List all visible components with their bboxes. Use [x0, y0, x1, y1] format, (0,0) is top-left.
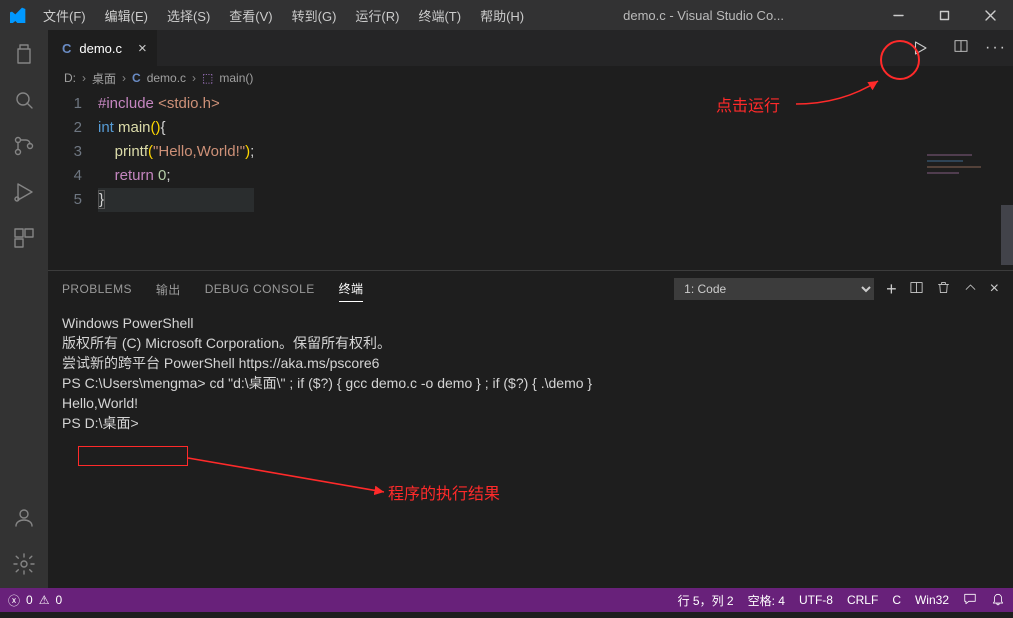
status-bar: ⓧ 0 ⚠ 0 行 5，列 2 空格: 4 UTF-8 CRLF C Win32: [0, 588, 1013, 612]
panel-tab-bar: PROBLEMS 输出 DEBUG CONSOLE 终端 1: Code + ×: [48, 271, 1013, 307]
status-eol[interactable]: CRLF: [847, 593, 878, 607]
breadcrumb-root[interactable]: D:: [64, 71, 76, 85]
close-button[interactable]: [967, 0, 1013, 30]
status-cursor[interactable]: 行 5，列 2: [678, 592, 734, 609]
minimize-button[interactable]: [875, 0, 921, 30]
source-control-icon[interactable]: [10, 132, 38, 160]
menu-edit[interactable]: 编辑(E): [97, 2, 156, 29]
panel-tab-terminal[interactable]: 终端: [339, 276, 364, 302]
menu-help[interactable]: 帮助(H): [472, 2, 532, 29]
code-content[interactable]: #include <stdio.h> int main(){ printf("H…: [98, 90, 254, 270]
menu-file[interactable]: 文件(F): [35, 2, 94, 29]
window-title: demo.c - Visual Studio Co...: [532, 8, 875, 23]
line-number: 5: [48, 188, 82, 212]
settings-gear-icon[interactable]: [10, 550, 38, 578]
tab-close-icon[interactable]: ×: [138, 40, 147, 57]
breadcrumb[interactable]: D: › 桌面 › C demo.c › ⬚ main(): [48, 66, 1013, 90]
line-number: 2: [48, 116, 82, 140]
panel: PROBLEMS 输出 DEBUG CONSOLE 终端 1: Code + ×…: [48, 270, 1013, 588]
menu-view[interactable]: 查看(V): [221, 2, 280, 29]
scrollbar-thumb[interactable]: [1001, 205, 1013, 265]
errors-icon[interactable]: ⓧ: [8, 592, 20, 609]
menu-bar: 文件(F) 编辑(E) 选择(S) 查看(V) 转到(G) 运行(R) 终端(T…: [35, 2, 532, 29]
line-number: 3: [48, 140, 82, 164]
panel-controls: 1: Code + ×: [674, 278, 999, 300]
new-terminal-icon[interactable]: +: [886, 279, 897, 300]
tab-title: demo.c: [79, 41, 122, 56]
title-bar: 文件(F) 编辑(E) 选择(S) 查看(V) 转到(G) 运行(R) 终端(T…: [0, 0, 1013, 30]
terminal-line: Windows PowerShell: [62, 313, 999, 333]
editor-tab[interactable]: C demo.c ×: [48, 30, 158, 66]
menu-goto[interactable]: 转到(G): [284, 2, 345, 29]
annotation-run-label: 点击运行: [716, 92, 780, 116]
terminal-line: 版权所有 (C) Microsoft Corporation。保留所有权利。: [62, 333, 999, 353]
editor-tab-bar: C demo.c × ···: [48, 30, 1013, 66]
c-file-icon: C: [132, 71, 141, 85]
warnings-count[interactable]: 0: [55, 593, 62, 607]
terminal-line: Hello,World!: [62, 393, 999, 413]
minimap[interactable]: [923, 150, 1013, 180]
account-icon[interactable]: [10, 504, 38, 532]
line-number: 4: [48, 164, 82, 188]
terminal-line: 尝试新的跨平台 PowerShell https://aka.ms/pscore…: [62, 353, 999, 373]
explorer-icon[interactable]: [10, 40, 38, 68]
split-terminal-icon[interactable]: [909, 280, 924, 298]
panel-tab-output[interactable]: 输出: [156, 277, 181, 302]
terminal-line: PS C:\Users\mengma> cd "d:\桌面\" ; if ($?…: [62, 373, 999, 393]
breadcrumb-file[interactable]: demo.c: [147, 71, 186, 85]
extensions-icon[interactable]: [10, 224, 38, 252]
status-spaces[interactable]: 空格: 4: [748, 592, 785, 609]
trash-icon[interactable]: [936, 280, 951, 298]
bell-icon[interactable]: [991, 592, 1005, 609]
menu-select[interactable]: 选择(S): [159, 2, 218, 29]
panel-tab-problems[interactable]: PROBLEMS: [62, 278, 132, 300]
chevron-right-icon: ›: [192, 71, 196, 85]
run-debug-icon[interactable]: [10, 178, 38, 206]
errors-count[interactable]: 0: [26, 593, 33, 607]
line-numbers: 1 2 3 4 5: [48, 90, 98, 270]
panel-tab-debug[interactable]: DEBUG CONSOLE: [205, 278, 315, 300]
terminal-content[interactable]: Windows PowerShell 版权所有 (C) Microsoft Co…: [48, 307, 1013, 588]
status-encoding[interactable]: UTF-8: [799, 593, 833, 607]
maximize-button[interactable]: [921, 0, 967, 30]
chevron-up-icon[interactable]: [963, 280, 978, 298]
search-icon[interactable]: [10, 86, 38, 114]
line-number: 1: [48, 92, 82, 116]
run-code-button[interactable]: [903, 31, 937, 65]
terminal-selector[interactable]: 1: Code: [674, 278, 874, 300]
more-actions-icon[interactable]: ···: [985, 39, 1007, 57]
c-file-icon: C: [62, 41, 71, 56]
menu-terminal[interactable]: 终端(T): [410, 2, 469, 29]
status-right: 行 5，列 2 空格: 4 UTF-8 CRLF C Win32: [678, 592, 1005, 609]
editor-actions: ···: [903, 30, 1007, 66]
vscode-logo-icon: [0, 7, 35, 23]
breadcrumb-symbol[interactable]: main(): [219, 71, 253, 85]
split-editor-icon[interactable]: [953, 38, 969, 59]
status-left: ⓧ 0 ⚠ 0: [8, 592, 62, 609]
menu-run[interactable]: 运行(R): [347, 2, 407, 29]
editor-area: C demo.c × ··· D: › 桌面 › C demo.c › ⬚ ma…: [48, 30, 1013, 588]
activity-bar: [0, 30, 48, 588]
annotation-output-label: 程序的执行结果: [388, 480, 500, 504]
breadcrumb-folder[interactable]: 桌面: [92, 70, 116, 87]
terminal-line: PS D:\桌面>: [62, 413, 999, 433]
status-language[interactable]: C: [892, 593, 901, 607]
status-platform[interactable]: Win32: [915, 593, 949, 607]
chevron-right-icon: ›: [122, 71, 126, 85]
feedback-icon[interactable]: [963, 592, 977, 609]
code-editor[interactable]: 1 2 3 4 5 #include <stdio.h> int main(){…: [48, 90, 1013, 270]
close-panel-icon[interactable]: ×: [990, 280, 999, 298]
window-controls: [875, 0, 1013, 30]
symbol-function-icon: ⬚: [202, 71, 213, 85]
chevron-right-icon: ›: [82, 71, 86, 85]
warnings-icon[interactable]: ⚠: [39, 593, 50, 607]
